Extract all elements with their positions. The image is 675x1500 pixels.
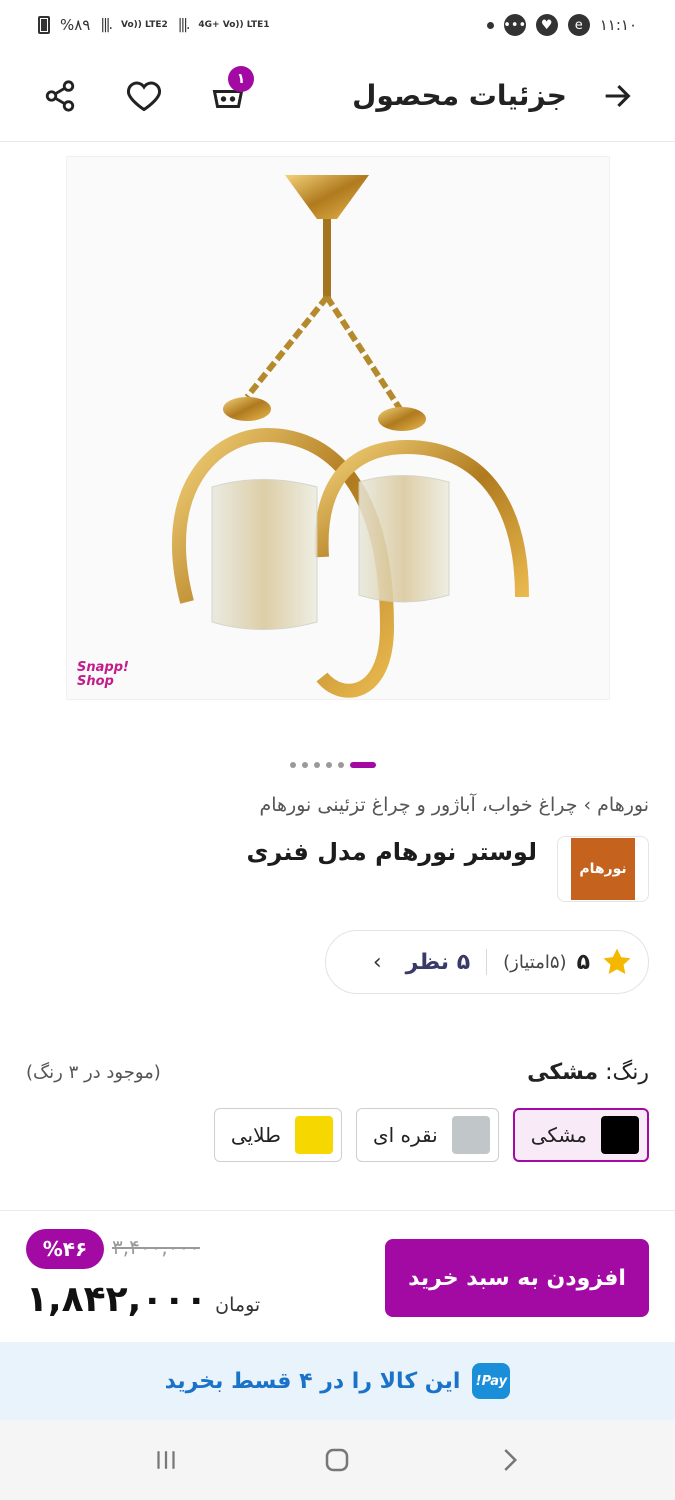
price-row: تومان ۱,۸۴۲,۰۰۰	[26, 1279, 260, 1320]
back-nav-button[interactable]	[479, 1430, 539, 1490]
snappshop-watermark: Snapp! Shop	[77, 660, 129, 689]
status-right: ••• ♥ e ۱۱:۱۰	[486, 14, 637, 36]
installment-text: این کالا را در ۴ قسط بخرید	[164, 1368, 461, 1394]
color-option-label: مشکی	[530, 1123, 587, 1147]
notification-dot-icon	[486, 21, 494, 29]
current-price: ۱,۸۴۲,۰۰۰	[26, 1279, 208, 1320]
battery-icon	[38, 16, 50, 34]
page-title: جزئیات محصول	[352, 79, 567, 112]
cart-button[interactable]: ۱	[206, 65, 254, 118]
network-indicator-1: 4G+ Vo)) LTE1	[198, 19, 270, 30]
rating-count: (۵امتیاز)	[503, 951, 567, 973]
signal-icon: |||.	[177, 17, 191, 33]
rating-pill[interactable]: ۵ (۵امتیاز) ۵ نظر ›	[325, 930, 649, 994]
star-icon	[603, 948, 631, 975]
pager-dot[interactable]	[290, 762, 296, 768]
heart-app-icon: ♥	[535, 14, 558, 36]
cart-count-badge: ۱	[228, 65, 254, 92]
divider	[486, 949, 488, 975]
share-icon	[45, 79, 75, 112]
share-button[interactable]	[38, 74, 82, 118]
color-option[interactable]: نقره ای	[355, 1108, 499, 1162]
favorite-button[interactable]	[122, 74, 166, 118]
network-indicator-2: Vo)) LTE2	[120, 19, 168, 30]
color-chip	[601, 1116, 639, 1154]
recent-apps-button[interactable]	[136, 1430, 196, 1490]
pager-dot[interactable]	[338, 762, 344, 768]
app-header: ۱ جزئیات محصول	[0, 50, 675, 142]
pager-dot[interactable]	[302, 762, 308, 768]
chat-icon: •••	[503, 14, 526, 36]
pay-icon: Pay!	[472, 1363, 511, 1399]
breadcrumb-separator: ›	[583, 794, 592, 816]
selected-color-name: مشکی	[527, 1060, 599, 1085]
app-e-icon: e	[567, 14, 590, 36]
reviews-count: ۵ نظر	[405, 949, 471, 975]
installment-banner[interactable]: Pay! این کالا را در ۴ قسط بخرید	[0, 1342, 675, 1420]
battery-level: %۸۹	[60, 16, 91, 34]
clock: ۱۱:۱۰	[599, 16, 637, 34]
signal-icon: |||.	[100, 17, 113, 33]
image-pager[interactable]	[290, 762, 376, 768]
add-to-cart-button[interactable]: افزودن به سبد خرید	[385, 1239, 649, 1317]
product-image[interactable]: Snapp! Shop	[66, 156, 610, 700]
brand-logo[interactable]: نورهام	[557, 836, 649, 902]
chevron-left-icon: ›	[372, 949, 382, 975]
rating-score: ۵	[576, 949, 590, 975]
color-option[interactable]: طلایی	[213, 1108, 342, 1162]
chevron-right-icon	[504, 1449, 518, 1471]
color-swatches: مشکی نقره ای طلایی	[213, 1108, 649, 1162]
status-left: %۸۹ |||. Vo)) LTE2 |||. 4G+ Vo)) LTE1	[38, 16, 270, 34]
color-chip	[451, 1116, 490, 1154]
header-title-group: جزئیات محصول	[352, 74, 639, 118]
recent-apps-icon	[157, 1451, 175, 1469]
pager-dot[interactable]	[326, 762, 332, 768]
header-actions: ۱	[38, 65, 254, 118]
status-bar: %۸۹ |||. Vo)) LTE2 |||. 4G+ Vo)) LTE1 ••…	[0, 0, 675, 50]
breadcrumb-link-brand[interactable]: نورهام	[597, 794, 649, 816]
color-availability: (موجود در ۳ رنگ)	[26, 1062, 161, 1083]
color-header: رنگ: مشکی (موجود در ۳ رنگ)	[26, 1060, 649, 1085]
breadcrumb-link-category[interactable]: چراغ خواب، آباژور و چراغ تزئینی نورهام	[259, 794, 577, 816]
old-price: ۳,۴۰۰,۰۰۰	[112, 1235, 200, 1259]
back-button[interactable]	[595, 74, 639, 118]
purchase-bar: افزودن به سبد خرید %۴۶ ۳,۴۰۰,۰۰۰ تومان ۱…	[0, 1210, 675, 1342]
pager-dot[interactable]	[314, 762, 320, 768]
color-option-label: نقره ای	[372, 1123, 438, 1147]
arrow-right-icon	[605, 84, 631, 107]
product-title: لوستر نورهام مدل فنری	[246, 838, 537, 866]
pager-dot-active[interactable]	[350, 762, 376, 768]
discount-badge: %۴۶	[26, 1229, 104, 1269]
color-option-label: طلایی	[230, 1123, 281, 1147]
brand-logo-mark: نورهام	[571, 838, 635, 900]
home-icon	[326, 1448, 349, 1472]
color-chip	[294, 1116, 333, 1154]
heart-icon	[126, 81, 162, 111]
color-option[interactable]: مشکی	[512, 1108, 649, 1162]
color-label: رنگ: مشکی	[527, 1060, 649, 1085]
breadcrumb: نورهام › چراغ خواب، آباژور و چراغ تزئینی…	[259, 794, 649, 816]
system-nav-bar	[0, 1420, 675, 1500]
home-button[interactable]	[307, 1430, 367, 1490]
currency-label: تومان	[215, 1294, 261, 1316]
chandelier-illustration	[171, 175, 529, 698]
